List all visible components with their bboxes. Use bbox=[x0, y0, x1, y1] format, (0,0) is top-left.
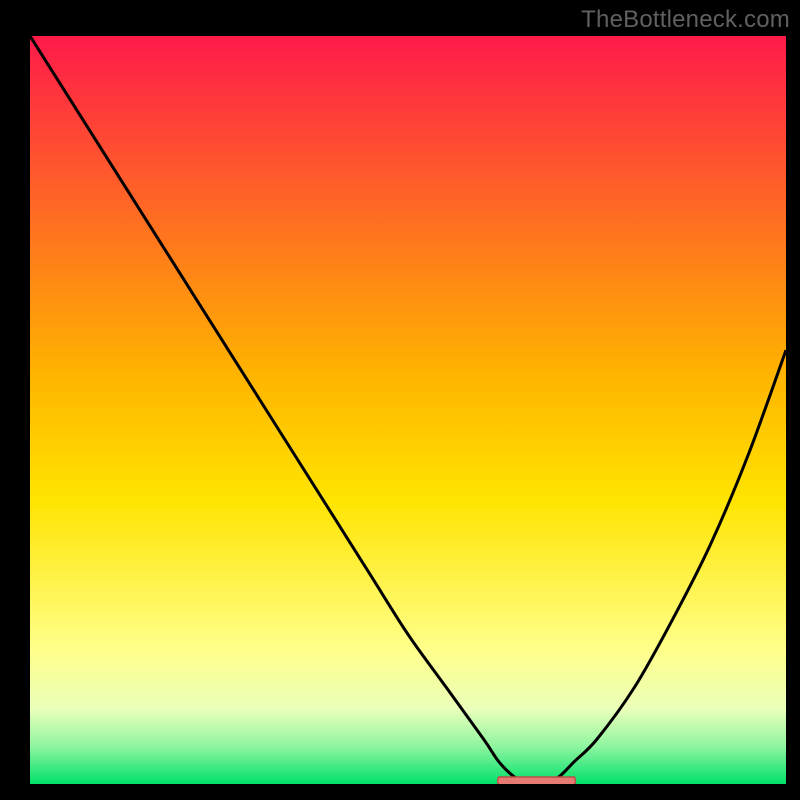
gradient-background bbox=[30, 36, 786, 784]
plot-area bbox=[30, 36, 786, 784]
chart-container: TheBottleneck.com bbox=[0, 0, 800, 800]
optimal-range-marker bbox=[498, 777, 576, 784]
bottleneck-chart bbox=[30, 36, 786, 784]
attribution-text: TheBottleneck.com bbox=[581, 6, 790, 34]
